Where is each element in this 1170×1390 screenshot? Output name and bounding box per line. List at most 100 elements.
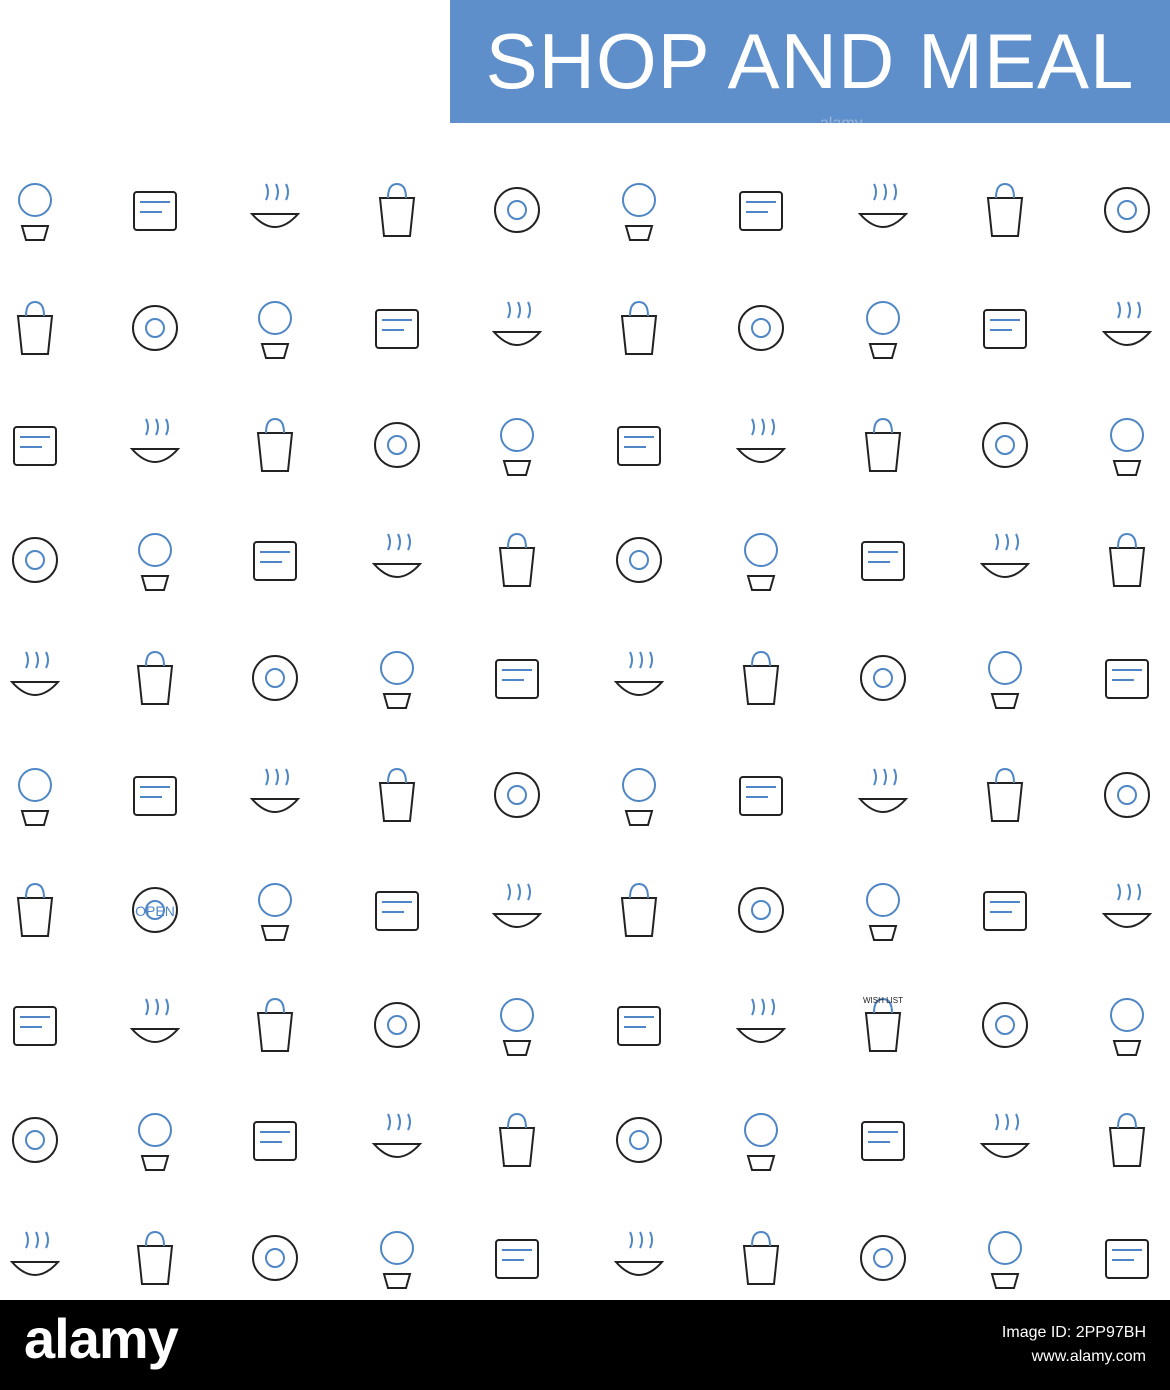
gift-package-icon xyxy=(848,870,918,950)
clothes-shoes-icon xyxy=(848,755,918,835)
site-url: www.alamy.com xyxy=(1031,1348,1146,1365)
alamy-logo: alamy xyxy=(24,1307,179,1370)
discount-badge-icon xyxy=(362,985,432,1065)
handshake-bag-icon xyxy=(726,405,796,485)
star-burst-icon xyxy=(120,405,190,485)
image-id: Image ID: 2PP97BH xyxy=(1001,1324,1146,1341)
takeaway-cup-icon xyxy=(1092,1218,1162,1298)
hand-scanner-icon xyxy=(0,755,70,835)
ice-snifter-icon xyxy=(970,1100,1040,1180)
banner-title: SHOP AND MEAL xyxy=(485,17,1135,105)
product-review-icon xyxy=(604,638,674,718)
sandwich-icon xyxy=(362,288,432,368)
open-sign-text: OPEN xyxy=(135,903,175,919)
lollipop-icon xyxy=(0,170,70,250)
cash-register-icon xyxy=(0,638,70,718)
chef-icon xyxy=(970,170,1040,250)
online-store-icon xyxy=(1092,405,1162,485)
money-bill-icon xyxy=(120,985,190,1065)
woman-thumbs-up-icon xyxy=(1092,755,1162,835)
icon-grid: OPEN WISH LIST xyxy=(0,160,1170,1300)
macarons-stand-icon xyxy=(362,170,432,250)
credit-cards-icon xyxy=(970,870,1040,950)
money-bag-coins-icon xyxy=(848,638,918,718)
gift-box-icon xyxy=(240,755,310,835)
megaphone-icon xyxy=(362,520,432,600)
money-target-icon xyxy=(120,520,190,600)
bag-settings-icon xyxy=(482,755,552,835)
takeaway-bag-icon xyxy=(0,288,70,368)
coffee-machine-icon xyxy=(0,1100,70,1180)
footer-bar: alamy Image ID: 2PP97BH www.alamy.com xyxy=(0,1300,1170,1390)
email-envelope-icon xyxy=(604,405,674,485)
hurricane-cocktail-icon xyxy=(604,1100,674,1180)
wish-list-icon: WISH LIST xyxy=(848,985,918,1065)
discount-tag-icon xyxy=(726,870,796,950)
kettle-icon xyxy=(726,1218,796,1298)
discount-coupon-icon xyxy=(0,985,70,1065)
watermark-2: alamy xyxy=(200,900,243,917)
tablet-phone-icon xyxy=(1092,985,1162,1065)
cake-slice-icon xyxy=(482,170,552,250)
ice-glass-icon xyxy=(726,288,796,368)
web-basket-icon xyxy=(604,985,674,1065)
chemex-icon xyxy=(0,1218,70,1298)
gift-hand-icon xyxy=(604,755,674,835)
woman-shopper-icon xyxy=(726,755,796,835)
shopping-basket-icon xyxy=(970,985,1040,1065)
chef-hat-icon xyxy=(482,288,552,368)
salad-bowl-icon xyxy=(604,288,674,368)
mobile-payment-icon xyxy=(0,520,70,600)
toast-glasses-icon xyxy=(848,288,918,368)
coffee-grinder-icon xyxy=(240,1218,310,1298)
coins-stack-icon xyxy=(482,985,552,1065)
shopping-bags-icon xyxy=(240,870,310,950)
coffee-cup-beans-icon xyxy=(362,1218,432,1298)
delivery-woman-icon xyxy=(240,985,310,1065)
wine-glass-icon xyxy=(1092,1100,1162,1180)
coffee-carafe-icon xyxy=(604,1218,674,1298)
card-reader-icon xyxy=(482,638,552,718)
email-monitor-icon xyxy=(240,405,310,485)
coupon-cut-icon xyxy=(1092,520,1162,600)
online-order-icon xyxy=(362,755,432,835)
liquor-bottle-icon xyxy=(362,1100,432,1180)
pos-terminal-icon xyxy=(970,520,1040,600)
mobile-shopping-icon xyxy=(0,405,70,485)
cocktail-glass-icon xyxy=(120,1100,190,1180)
ice-cream-sundae-icon xyxy=(120,170,190,250)
fish-dish-icon xyxy=(726,170,796,250)
watermark-1: alamy xyxy=(560,610,603,627)
online-payment-icon xyxy=(970,405,1040,485)
title-banner: SHOP AND MEAL xyxy=(450,0,1170,123)
video-marketing-icon xyxy=(240,520,310,600)
card-atm-icon xyxy=(362,638,432,718)
latte-glass-icon xyxy=(120,1218,190,1298)
restaurant-location-icon xyxy=(848,170,918,250)
hot-bowl-icon xyxy=(240,288,310,368)
teacup-icon xyxy=(848,1218,918,1298)
hand-truck-icon xyxy=(604,870,674,950)
credit-card-icon xyxy=(1092,638,1162,718)
mail-icon xyxy=(482,870,552,950)
martini-icon xyxy=(726,1100,796,1180)
package-box-icon xyxy=(726,638,796,718)
shopping-bag-hand-icon xyxy=(726,520,796,600)
donut-icon xyxy=(240,170,310,250)
ads-monitor-icon xyxy=(120,638,190,718)
wish-list-text: WISH LIST xyxy=(863,996,903,1005)
cappuccino-icon xyxy=(970,1218,1040,1298)
product-boxes-icon xyxy=(848,405,918,485)
open-sign-icon: OPEN xyxy=(120,870,190,950)
market-stall-icon xyxy=(604,520,674,600)
cash-money-icon xyxy=(848,520,918,600)
margarita-icon xyxy=(848,1100,918,1180)
currency-exchange-icon xyxy=(240,638,310,718)
watermark-0: alamy xyxy=(820,115,863,132)
office-desk-icon xyxy=(482,405,552,485)
beer-bottle-icon xyxy=(970,288,1040,368)
coat-icon xyxy=(726,985,796,1065)
coffee-to-go-icon xyxy=(482,1218,552,1298)
mushrooms-icon xyxy=(120,288,190,368)
support-agent-icon xyxy=(1092,870,1162,950)
